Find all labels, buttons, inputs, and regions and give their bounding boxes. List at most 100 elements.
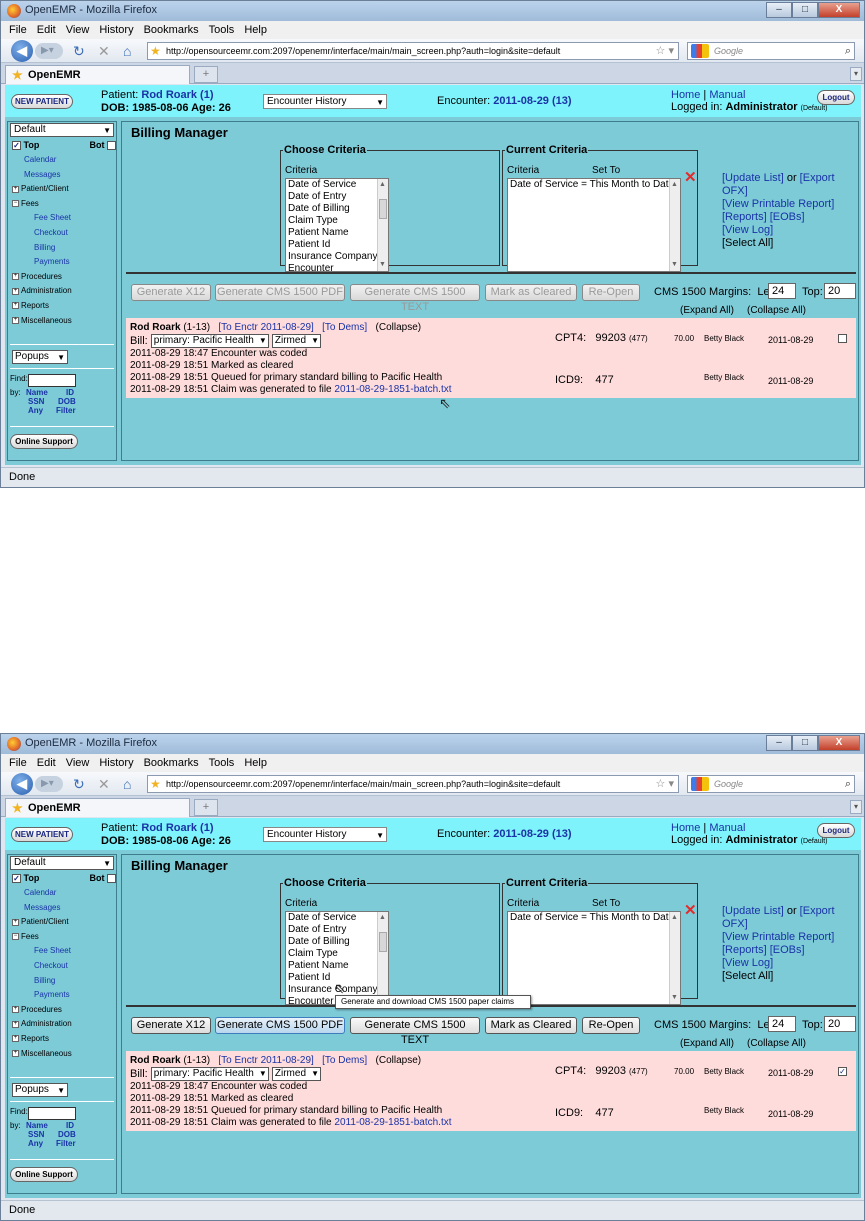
nav-administration[interactable]: + Administration <box>12 284 116 299</box>
criteria-option[interactable]: Insurance Company <box>288 251 388 263</box>
tab-openemr[interactable]: ★ OpenEMR <box>5 798 190 817</box>
update-list-link[interactable]: [Update List] <box>722 172 784 184</box>
nav-checkout[interactable]: Checkout <box>12 226 116 241</box>
generate-cms-pdf-button[interactable]: Generate CMS 1500 PDF <box>215 1017 345 1034</box>
left-margin-input[interactable]: 24 <box>768 1016 796 1032</box>
nav-fees[interactable]: − Fees <box>12 197 116 212</box>
find-by-dob[interactable]: DOB <box>58 1130 76 1139</box>
new-tab-icon[interactable]: + <box>194 66 218 83</box>
remove-criteria-icon[interactable]: ✕ <box>684 168 697 186</box>
nav-billing[interactable]: Billing <box>12 974 116 989</box>
bill-payer-select[interactable]: primary: Pacific Health ▼ <box>150 1067 269 1081</box>
view-log-link[interactable]: [View Log] <box>722 957 858 970</box>
find-input[interactable] <box>28 1107 76 1120</box>
criteria-option[interactable]: Date of Entry <box>288 924 388 936</box>
update-list-link[interactable]: [Update List] <box>722 905 784 917</box>
menu-file[interactable]: File <box>9 754 27 772</box>
find-by-id[interactable]: ID <box>66 388 74 397</box>
current-criteria-scrollbar[interactable]: ▲ ▼ <box>669 912 680 1004</box>
online-support-button[interactable]: Online Support <box>10 1167 78 1182</box>
to-encounter-link[interactable]: [To Enctr 2011-08-29] <box>218 1055 313 1066</box>
nav-fee-sheet[interactable]: Fee Sheet <box>12 944 116 959</box>
find-filter[interactable]: Filter <box>56 406 76 415</box>
reload-icon[interactable]: ↻ <box>73 43 85 60</box>
nav-miscellaneous[interactable]: + Miscellaneous <box>12 1047 116 1062</box>
nav-miscellaneous[interactable]: + Miscellaneous <box>12 314 116 329</box>
stop-icon[interactable]: ✕ <box>98 43 110 60</box>
nav-messages[interactable]: Messages <box>12 901 116 916</box>
to-dems-link[interactable]: [To Dems] <box>322 1055 367 1066</box>
generate-x12-button[interactable]: Generate X12 <box>131 1017 211 1034</box>
minimize-button[interactable]: – <box>766 735 792 751</box>
x12-partner-select[interactable]: Zirmed ▼ <box>271 1067 322 1081</box>
menu-file[interactable]: File <box>9 21 27 39</box>
nav-payments[interactable]: Payments <box>12 255 116 270</box>
popups-select[interactable]: Popups ▼ <box>12 350 68 364</box>
url-bar[interactable]: ★ http://opensourceemr.com:2097/openemr/… <box>147 775 679 793</box>
default-select[interactable]: Default ▼ <box>10 123 114 137</box>
online-support-button[interactable]: Online Support <box>10 434 78 449</box>
manual-link[interactable]: Manual <box>709 89 745 101</box>
reload-icon[interactable]: ↻ <box>73 776 85 793</box>
search-box[interactable]: Google ⌕ <box>687 775 855 793</box>
search-icon[interactable]: ⌕ <box>845 43 851 59</box>
criteria-listbox[interactable]: Date of Service Date of Entry Date of Bi… <box>285 178 389 272</box>
find-by-dob[interactable]: DOB <box>58 397 76 406</box>
home-link[interactable]: Home <box>671 822 700 834</box>
x12-partner-select[interactable]: Zirmed ▼ <box>271 334 322 348</box>
top-margin-input[interactable]: 20 <box>824 1016 856 1032</box>
batch-file-link[interactable]: 2011-08-29-1851-batch.txt <box>334 1117 451 1128</box>
top-checkbox[interactable]: ✓ <box>12 874 21 884</box>
home-link[interactable]: Home <box>671 89 700 101</box>
manual-link[interactable]: Manual <box>709 822 745 834</box>
to-dems-link[interactable]: [To Dems] <box>322 322 367 333</box>
menu-history[interactable]: History <box>99 754 133 772</box>
collapse-all-link[interactable]: (Collapse All) <box>747 1038 806 1049</box>
menu-help[interactable]: Help <box>244 754 267 772</box>
claim-select-checkbox[interactable] <box>838 334 847 343</box>
view-log-link[interactable]: [View Log] <box>722 224 858 237</box>
popups-select[interactable]: Popups ▼ <box>12 1083 68 1097</box>
criteria-option[interactable]: Claim Type <box>288 948 388 960</box>
current-criteria-value[interactable]: Date of Service = This Month to Date <box>510 179 680 191</box>
find-by-id[interactable]: ID <box>66 1121 74 1130</box>
top-margin-input[interactable]: 20 <box>824 283 856 299</box>
close-button[interactable]: X <box>818 735 860 751</box>
expand-all-link[interactable]: (Expand All) <box>680 305 734 316</box>
nav-fees[interactable]: − Fees <box>12 930 116 945</box>
expand-all-link[interactable]: (Expand All) <box>680 1038 734 1049</box>
url-bar[interactable]: ★ http://opensourceemr.com:2097/openemr/… <box>147 42 679 60</box>
current-criteria-listbox[interactable]: Date of Service = This Month to Date ▲ ▼ <box>507 178 681 272</box>
current-criteria-scrollbar[interactable]: ▲ ▼ <box>669 179 680 271</box>
bookmark-toggle-icon[interactable]: ☆ ▾ <box>656 43 674 59</box>
bot-checkbox[interactable] <box>107 874 116 884</box>
find-by-name[interactable]: Name <box>26 1121 48 1130</box>
find-by-name[interactable]: Name <box>26 388 48 397</box>
home-icon[interactable]: ⌂ <box>123 776 131 792</box>
encounter-history-select[interactable]: Encounter History ▼ <box>263 827 387 842</box>
menu-edit[interactable]: Edit <box>37 21 56 39</box>
new-tab-icon[interactable]: + <box>194 799 218 816</box>
menu-tools[interactable]: Tools <box>209 21 235 39</box>
menu-bookmarks[interactable]: Bookmarks <box>144 754 199 772</box>
nav-messages[interactable]: Messages <box>12 168 116 183</box>
menu-view[interactable]: View <box>66 21 90 39</box>
nav-checkout[interactable]: Checkout <box>12 959 116 974</box>
search-box[interactable]: Google ⌕ <box>687 42 855 60</box>
criteria-scrollbar[interactable]: ▲▼ <box>377 179 388 271</box>
menu-view[interactable]: View <box>66 754 90 772</box>
to-encounter-link[interactable]: [To Enctr 2011-08-29] <box>218 322 313 333</box>
printable-report-link[interactable]: [View Printable Report] <box>722 931 858 944</box>
stop-icon[interactable]: ✕ <box>98 776 110 793</box>
logout-button[interactable]: Logout <box>817 823 855 838</box>
collapse-link[interactable]: (Collapse) <box>376 1055 422 1066</box>
encounter-link[interactable]: 2011-08-29 (13) <box>493 828 571 840</box>
encounter-link[interactable]: 2011-08-29 (13) <box>493 95 571 107</box>
remove-criteria-icon[interactable]: ✕ <box>684 901 697 919</box>
nav-calendar[interactable]: Calendar <box>12 886 116 901</box>
tab-list-icon[interactable]: ▾ <box>850 67 862 81</box>
criteria-scrollbar[interactable]: ▲▼ <box>377 912 388 1004</box>
criteria-option[interactable]: Encounter <box>288 263 388 271</box>
menu-history[interactable]: History <box>99 21 133 39</box>
criteria-option[interactable]: Date of Service <box>288 179 388 191</box>
